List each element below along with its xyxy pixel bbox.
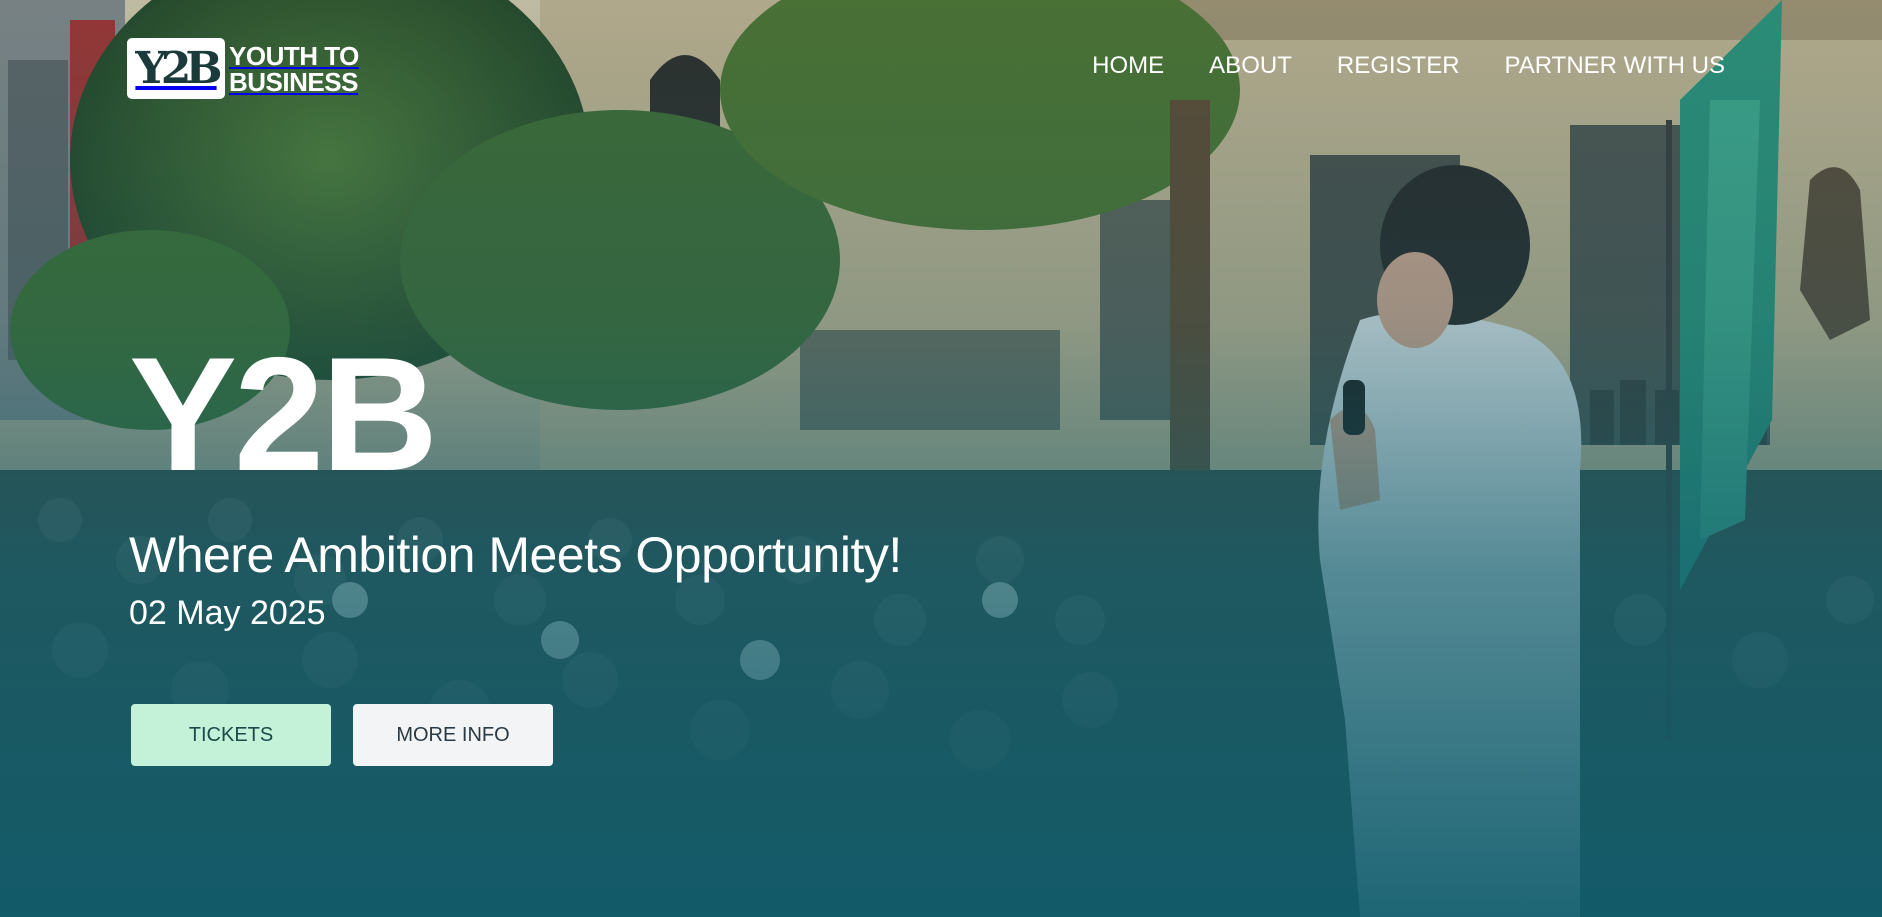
brand-logo-link[interactable]: Y2B YOUTH TO BUSINESS (127, 38, 359, 99)
hero-tagline: Where Ambition Meets Opportunity! (129, 527, 902, 583)
hero-section: Y2B YOUTH TO BUSINESS HOME ABOUT REGISTE… (0, 0, 1882, 917)
brand-name-line2: BUSINESS (229, 66, 358, 97)
nav-item-about[interactable]: ABOUT (1209, 52, 1292, 80)
brand-name: YOUTH TO BUSINESS (229, 43, 359, 95)
tickets-button[interactable]: TICKETS (131, 704, 331, 766)
nav-item-partner-with-us[interactable]: PARTNER WITH US (1505, 52, 1725, 80)
hero-title: Y2B (129, 324, 438, 505)
hero-content: Y2B Where Ambition Meets Opportunity! 02… (129, 324, 902, 635)
logo-mark-text: Y2B (135, 43, 222, 94)
main-nav: HOME ABOUT REGISTER PARTNER WITH US (1047, 52, 1725, 80)
more-info-button[interactable]: MORE INFO (353, 704, 553, 766)
brand-name-line1: YOUTH TO (229, 40, 359, 71)
nav-item-register[interactable]: REGISTER (1337, 52, 1460, 80)
event-date: 02 May 2025 (129, 594, 326, 632)
hero-cta-group: TICKETS MORE INFO (131, 704, 553, 766)
y2b-logo-mark: Y2B (127, 38, 225, 99)
nav-item-home[interactable]: HOME (1092, 52, 1164, 80)
top-navbar: Y2B YOUTH TO BUSINESS HOME ABOUT REGISTE… (0, 0, 1882, 140)
